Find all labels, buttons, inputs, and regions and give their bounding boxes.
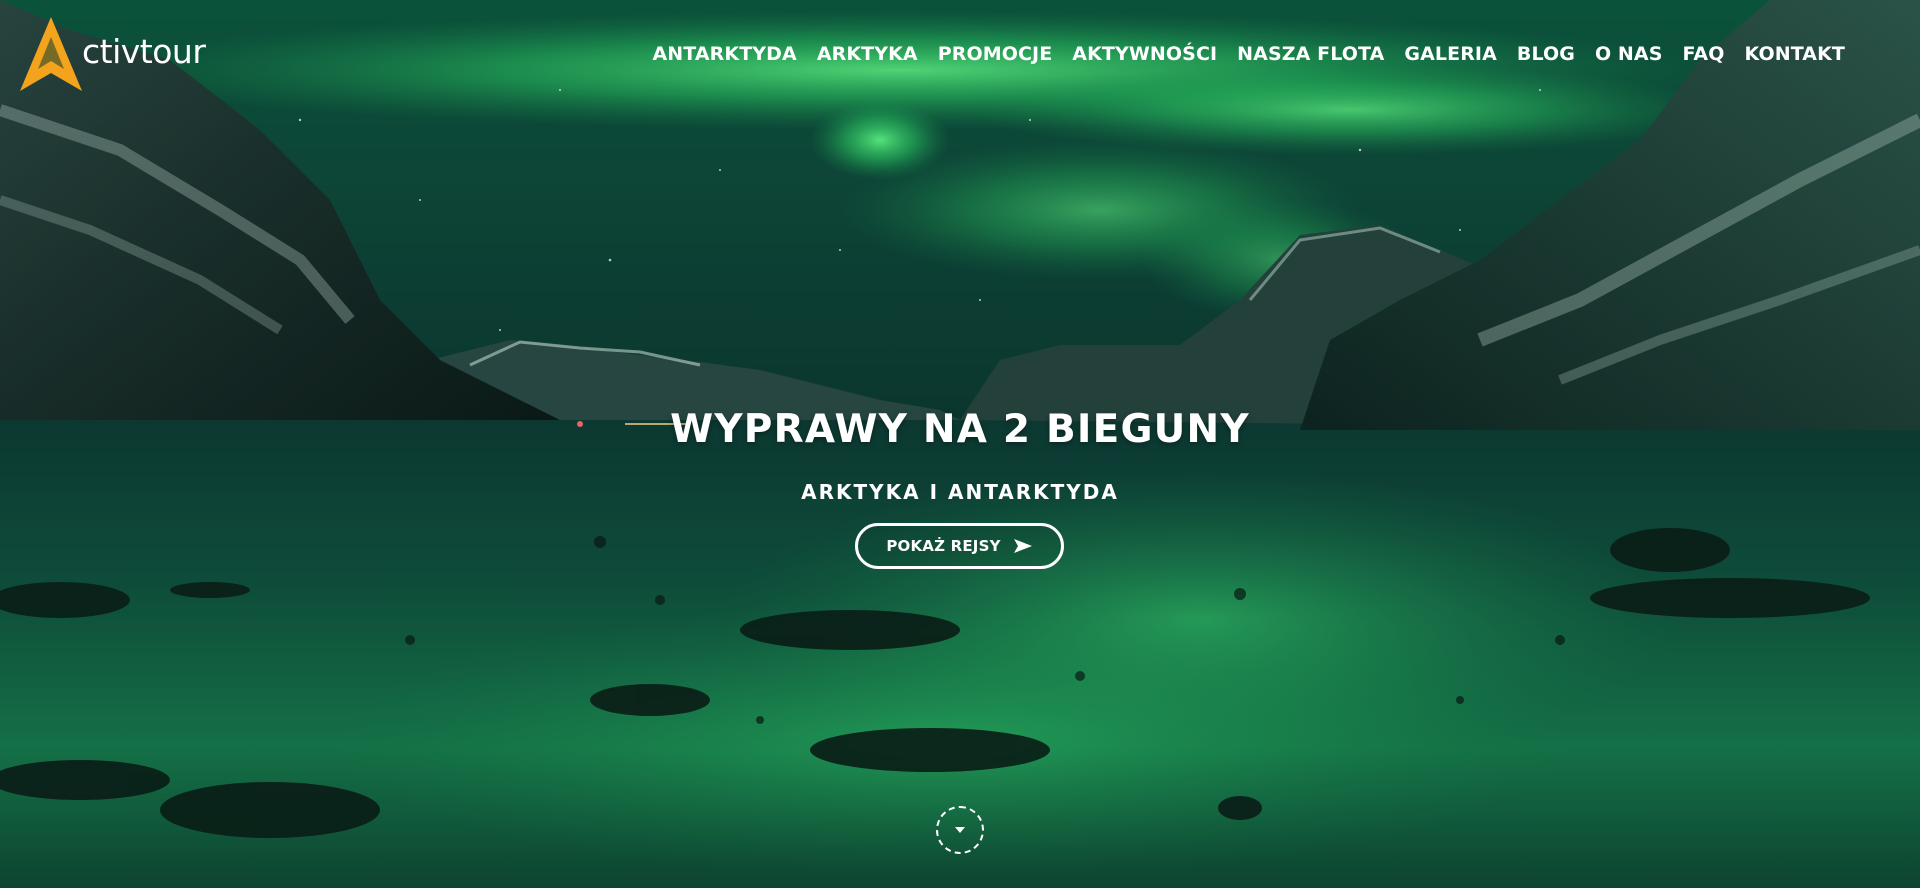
nav-item-kontakt[interactable]: KONTAKT: [1745, 43, 1846, 65]
show-cruises-button[interactable]: POKAŻ REJSY: [855, 523, 1064, 569]
nav-item-aktywnosci[interactable]: AKTYWNOŚCI: [1072, 43, 1217, 65]
nav-item-promocje[interactable]: PROMOCJE: [938, 43, 1053, 65]
show-cruises-label: POKAŻ REJSY: [886, 537, 1001, 555]
main-navigation: ANTARKTYDA ARKTYKA PROMOCJE AKTYWNOŚCI N…: [652, 40, 1845, 68]
send-arrow-icon: [1013, 539, 1032, 553]
activtour-logo-icon: [20, 17, 82, 91]
chevron-down-icon: [955, 827, 965, 833]
hero-section: ctivtour ANTARKTYDA ARKTYKA PROMOCJE AKT…: [0, 0, 1920, 888]
hero-title: WYPRAWY NA 2 BIEGUNY: [670, 407, 1250, 452]
logo-text: ctivtour: [82, 31, 206, 71]
nav-item-nasza-flota[interactable]: NASZA FLOTA: [1237, 43, 1384, 65]
nav-item-o-nas[interactable]: O NAS: [1595, 43, 1663, 65]
site-logo[interactable]: ctivtour: [14, 14, 224, 94]
hero-subtitle: ARKTYKA I ANTARKTYDA: [801, 480, 1119, 504]
scroll-down-button[interactable]: [936, 806, 984, 854]
hero-copy: WYPRAWY NA 2 BIEGUNY ARKTYKA I ANTARKTYD…: [0, 400, 1920, 506]
nav-item-blog[interactable]: BLOG: [1517, 43, 1575, 65]
nav-item-galeria[interactable]: GALERIA: [1404, 43, 1497, 65]
nav-item-arktyka[interactable]: ARKTYKA: [817, 43, 918, 65]
nav-item-antarktyda[interactable]: ANTARKTYDA: [652, 43, 796, 65]
nav-item-faq[interactable]: FAQ: [1683, 43, 1725, 65]
site-header: ctivtour ANTARKTYDA ARKTYKA PROMOCJE AKT…: [0, 0, 1920, 110]
